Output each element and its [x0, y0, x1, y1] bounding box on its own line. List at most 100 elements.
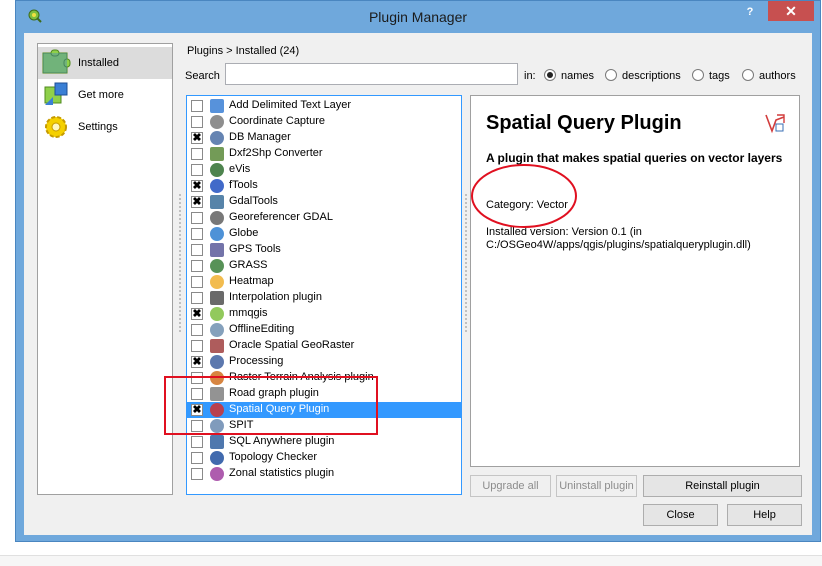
plugin-row[interactable]: Coordinate Capture — [187, 114, 461, 130]
plugin-name: Raster Terrain Analysis plugin — [229, 371, 374, 383]
plugin-enable-checkbox[interactable] — [191, 244, 203, 256]
plugin-enable-checkbox[interactable] — [191, 388, 203, 400]
plugin-row[interactable]: Georeferencer GDAL — [187, 210, 461, 226]
plugin-name: SPIT — [229, 419, 254, 431]
plugin-enable-checkbox[interactable] — [191, 324, 203, 336]
plugin-row[interactable]: GRASS — [187, 258, 461, 274]
scope-names-label[interactable]: names — [561, 70, 594, 82]
plugin-enable-checkbox[interactable] — [191, 292, 203, 304]
processing-gear-icon — [210, 355, 224, 369]
plugin-enable-checkbox[interactable] — [191, 340, 203, 352]
plugin-name: Oracle Spatial GeoRaster — [229, 339, 355, 351]
plugin-enable-checkbox[interactable] — [191, 420, 203, 432]
scope-descriptions-label[interactable]: descriptions — [622, 70, 681, 82]
gdal-icon — [210, 195, 224, 209]
grass-icon — [210, 259, 224, 273]
search-label: Search — [185, 70, 220, 82]
close-button[interactable]: Close — [643, 504, 718, 526]
plugin-name: Dxf2Shp Converter — [229, 147, 323, 159]
window-close-button[interactable]: ✕ — [768, 1, 814, 21]
plugin-row[interactable]: SPIT — [187, 418, 461, 434]
plugin-enable-checkbox[interactable] — [191, 212, 203, 224]
plugin-row[interactable]: ✖ GdalTools — [187, 194, 461, 210]
plugin-enable-checkbox[interactable] — [191, 148, 203, 160]
plugin-row[interactable]: Interpolation plugin — [187, 290, 461, 306]
plugin-row[interactable]: Dxf2Shp Converter — [187, 146, 461, 162]
plugin-enable-checkbox[interactable] — [191, 100, 203, 112]
reinstall-plugin-button[interactable]: Reinstall plugin — [643, 475, 802, 497]
plugin-enable-checkbox[interactable]: ✖ — [191, 180, 203, 192]
plugin-name: Spatial Query Plugin — [229, 403, 330, 415]
scope-authors-radio[interactable] — [742, 69, 754, 81]
plugin-details-panel: Spatial Query Plugin A plugin that makes… — [470, 95, 800, 467]
plugin-title: Spatial Query Plugin — [486, 112, 682, 134]
search-input[interactable] — [225, 63, 518, 85]
dialog-body: Installed Get more Settings Plugins > In… — [24, 33, 812, 535]
plugin-name: GdalTools — [229, 195, 278, 207]
plugin-enable-checkbox[interactable] — [191, 372, 203, 384]
plugin-row[interactable]: Oracle Spatial GeoRaster — [187, 338, 461, 354]
splitter-handle[interactable] — [178, 193, 182, 333]
scope-descriptions-radio[interactable] — [605, 69, 617, 81]
plugin-list[interactable]: Add Delimited Text Layer Coordinate Captu… — [186, 95, 462, 495]
mmqgis-icon — [210, 307, 224, 321]
plugin-enable-checkbox[interactable] — [191, 164, 203, 176]
plugin-row[interactable]: Heatmap — [187, 274, 461, 290]
plugin-enable-checkbox[interactable] — [191, 276, 203, 288]
plugin-row[interactable]: Globe — [187, 226, 461, 242]
plugin-row[interactable]: SQL Anywhere plugin — [187, 434, 461, 450]
sidebar-item-installed[interactable]: Installed — [38, 47, 172, 79]
uninstall-plugin-button[interactable]: Uninstall plugin — [556, 475, 637, 497]
plugin-enable-checkbox[interactable] — [191, 116, 203, 128]
sidebar-item-get-more[interactable]: Get more — [38, 79, 172, 111]
zonal-stats-icon — [210, 467, 224, 481]
plugin-row[interactable]: ✖ Processing — [187, 354, 461, 370]
scope-authors-label[interactable]: authors — [759, 70, 796, 82]
scope-tags-radio[interactable] — [692, 69, 704, 81]
title-bar[interactable]: Plugin Manager ? ✕ — [16, 1, 820, 33]
sidebar-item-settings[interactable]: Settings — [38, 111, 172, 143]
plugin-enable-checkbox[interactable] — [191, 436, 203, 448]
plugin-enable-checkbox[interactable] — [191, 260, 203, 272]
plugin-row[interactable]: ✖ fTools — [187, 178, 461, 194]
installed-puzzle-icon — [42, 49, 71, 74]
splitter-handle[interactable] — [464, 193, 468, 333]
plugin-enable-checkbox[interactable]: ✖ — [191, 356, 203, 368]
plugin-row[interactable]: ✖ Spatial Query Plugin — [187, 402, 461, 418]
plugin-row[interactable]: OfflineEditing — [187, 322, 461, 338]
plugin-name: Road graph plugin — [229, 387, 319, 399]
globe-icon — [210, 227, 224, 241]
background-strip — [0, 555, 822, 566]
plugin-row[interactable]: eVis — [187, 162, 461, 178]
upgrade-all-button[interactable]: Upgrade all — [470, 475, 551, 497]
search-scope-label: in: — [524, 70, 536, 82]
plugin-row[interactable]: Road graph plugin — [187, 386, 461, 402]
spatial-query-icon — [210, 403, 224, 417]
plugin-enable-checkbox[interactable] — [191, 468, 203, 480]
plugin-row[interactable]: ✖ mmqgis — [187, 306, 461, 322]
plugin-name: OfflineEditing — [229, 323, 295, 335]
plugin-row[interactable]: Raster Terrain Analysis plugin — [187, 370, 461, 386]
plugin-name: Heatmap — [229, 275, 274, 287]
plugin-row[interactable]: Topology Checker — [187, 450, 461, 466]
plugin-name: fTools — [229, 179, 258, 191]
plugin-row[interactable]: ✖ DB Manager — [187, 130, 461, 146]
sidebar: Installed Get more Settings — [37, 43, 173, 495]
plugin-enable-checkbox[interactable]: ✖ — [191, 196, 203, 208]
delimited-text-icon — [210, 99, 224, 113]
plugin-enable-checkbox[interactable]: ✖ — [191, 404, 203, 416]
title-help-button[interactable]: ? — [738, 3, 762, 21]
scope-names-radio[interactable] — [544, 69, 556, 81]
plugin-manager-window: Plugin Manager ? ✕ Installed Get more Se… — [15, 0, 821, 542]
plugin-enable-checkbox[interactable]: ✖ — [191, 132, 203, 144]
plugin-enable-checkbox[interactable] — [191, 452, 203, 464]
plugin-row[interactable]: Add Delimited Text Layer — [187, 98, 461, 114]
plugin-row[interactable]: GPS Tools — [187, 242, 461, 258]
plugin-enable-checkbox[interactable]: ✖ — [191, 308, 203, 320]
plugin-enable-checkbox[interactable] — [191, 228, 203, 240]
road-graph-icon — [210, 387, 224, 401]
scope-tags-label[interactable]: tags — [709, 70, 730, 82]
plugin-name: GPS Tools — [229, 243, 281, 255]
plugin-row[interactable]: Zonal statistics plugin — [187, 466, 461, 482]
help-button[interactable]: Help — [727, 504, 802, 526]
